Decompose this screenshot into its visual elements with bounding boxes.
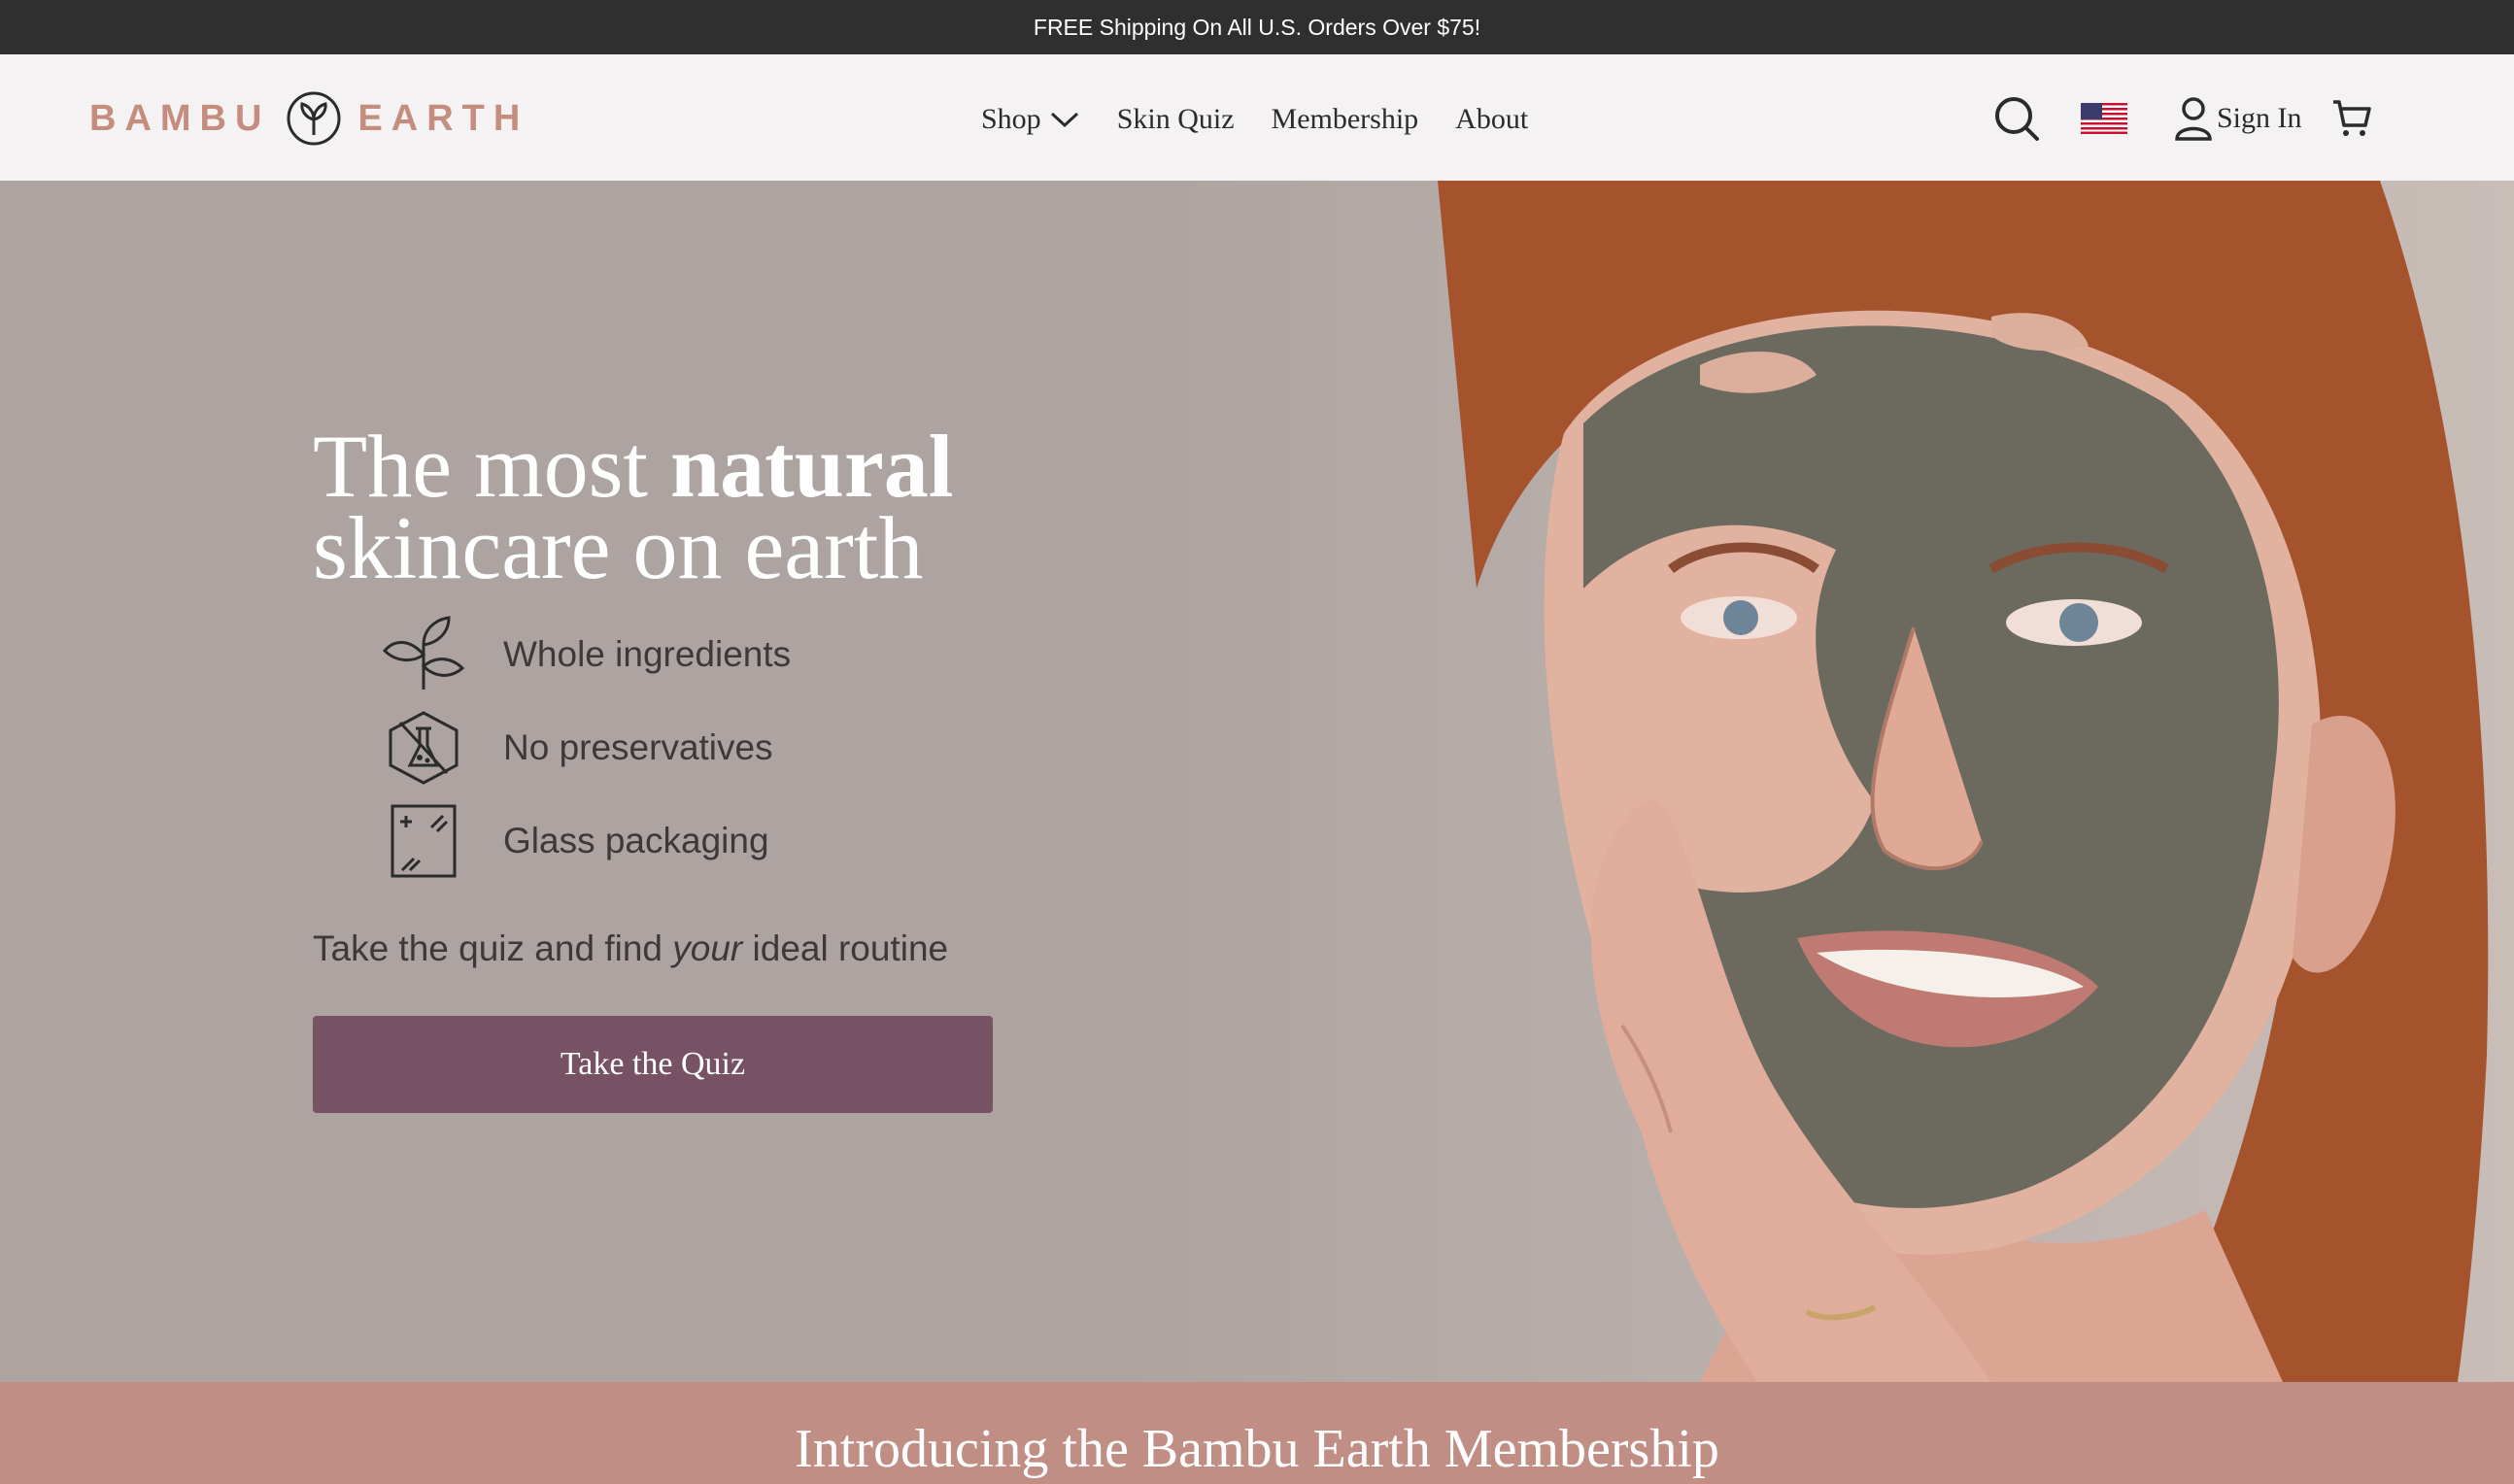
cart-button[interactable] (2331, 91, 2372, 146)
quiz-line-before: Take the quiz and find (313, 928, 673, 968)
glass-icon (381, 802, 466, 880)
cart-icon (2333, 100, 2371, 136)
sign-in-label: Sign In (2217, 102, 2302, 134)
hero-section: The most natural skincare on earth Whole… (0, 181, 2514, 1382)
announcement-text: FREE Shipping On All U.S. Orders Over $7… (1033, 14, 1481, 40)
membership-title: Introducing the Bambu Earth Membership (795, 1419, 1719, 1479)
announcement-bar: FREE Shipping On All U.S. Orders Over $7… (0, 0, 2514, 54)
feature-item: No preservatives (381, 701, 791, 794)
quiz-tagline: Take the quiz and find your ideal routin… (313, 928, 948, 969)
nav-label-skin-quiz: Skin Quiz (1116, 103, 1235, 135)
hero-headline: The most natural skincare on earth (313, 422, 953, 592)
nav-label-membership: Membership (1271, 103, 1419, 135)
quiz-line-after: ideal routine (742, 928, 949, 968)
feature-label: Glass packaging (503, 821, 769, 860)
leaf-logo-icon (287, 91, 341, 146)
country-selector[interactable] (2081, 91, 2127, 146)
brand-logo[interactable]: BAMBU EARTH (89, 89, 528, 148)
logo-text-left: BAMBU (89, 97, 271, 139)
feature-item: Whole ingredients (381, 608, 791, 701)
nav-item-shop[interactable]: Shop (981, 103, 1080, 136)
headline-part2: skincare on earth (313, 498, 924, 597)
nav-item-about[interactable]: About (1455, 103, 1528, 136)
no-preservatives-icon (381, 709, 466, 787)
feature-item: Glass packaging (381, 794, 791, 888)
nav-item-membership[interactable]: Membership (1272, 103, 1419, 136)
take-quiz-button[interactable]: Take the Quiz (313, 1016, 993, 1113)
feature-label: No preservatives (503, 727, 773, 767)
us-flag-icon (2081, 103, 2127, 134)
membership-banner: Introducing the Bambu Earth Membership (0, 1382, 2514, 1484)
search-icon (1995, 97, 2039, 141)
site-header: BAMBU EARTH Shop Skin Quiz Membership Ab… (0, 54, 2514, 181)
hero-model-photo (1117, 181, 2514, 1382)
main-nav: Shop Skin Quiz Membership About (981, 97, 1528, 142)
user-icon (2175, 97, 2212, 141)
nav-label-shop: Shop (981, 103, 1041, 135)
logo-text-right: EARTH (357, 97, 529, 139)
nav-label-about: About (1455, 103, 1529, 135)
quiz-line-em: your (672, 928, 743, 968)
sign-in-link[interactable]: Sign In (2174, 91, 2302, 146)
nav-item-skin-quiz[interactable]: Skin Quiz (1117, 103, 1235, 136)
feature-list: Whole ingredients No preservatives Glass… (381, 608, 791, 888)
chevron-down-icon (1050, 112, 1078, 128)
search-button[interactable] (1993, 91, 2040, 146)
sprout-icon (381, 616, 466, 693)
feature-label: Whole ingredients (503, 634, 792, 674)
